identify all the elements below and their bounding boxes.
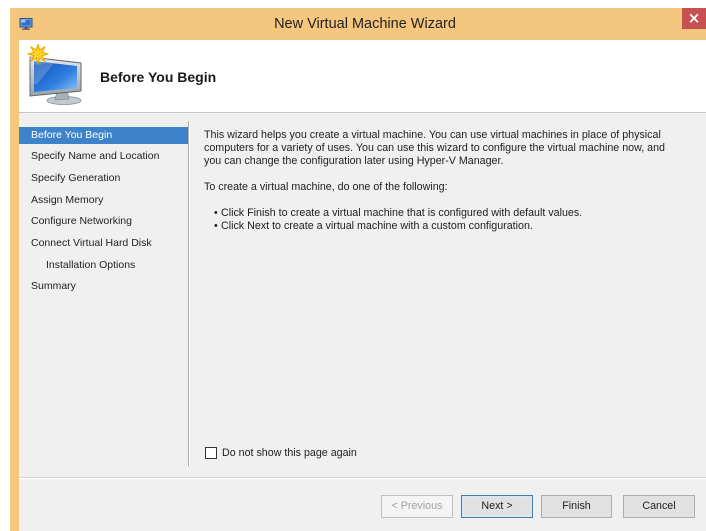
nav-item-assign-memory[interactable]: Assign Memory (19, 192, 188, 209)
bullet-item: • Click Finish to create a virtual machi… (204, 207, 684, 220)
window-title: New Virtual Machine Wizard (274, 16, 456, 32)
intro-text-line: computers for a variety of uses. You can… (204, 141, 666, 154)
previous-button[interactable]: < Previous (381, 495, 453, 518)
hyper-v-icon (19, 18, 33, 30)
nav-item-configure-networking[interactable]: Configure Networking (19, 213, 188, 230)
nav-item-connect-virtual-hard-disk[interactable]: Connect Virtual Hard Disk (19, 235, 188, 252)
close-icon: × (687, 9, 701, 27)
page-title: Before You Begin (100, 69, 217, 85)
dont-show-again-label[interactable]: Do not show this page again (222, 447, 357, 460)
close-button[interactable]: × (682, 8, 706, 29)
bullet-text: Click Finish to create a virtual machine… (221, 206, 583, 219)
next-button[interactable]: Next > (461, 495, 533, 518)
bullet-text: Click Next to create a virtual machine w… (221, 219, 533, 232)
wizard-content: This wizard helps you create a virtual m… (204, 129, 684, 233)
nav-item-specify-name-and-location[interactable]: Specify Name and Location (19, 148, 188, 165)
instruction-text: To create a virtual machine, do one of t… (204, 180, 448, 193)
nav-item-specify-generation[interactable]: Specify Generation (19, 170, 188, 187)
bullet-glyph: • (214, 219, 218, 232)
new-virtual-machine-icon (26, 44, 82, 105)
nav-item-summary[interactable]: Summary (19, 278, 188, 295)
wizard-steps-nav: Before You Begin Specify Name and Locati… (19, 126, 188, 301)
footer-divider-highlight (19, 478, 706, 479)
intro-text-line: This wizard helps you create a virtual m… (204, 128, 661, 141)
nav-item-before-you-begin[interactable]: Before You Begin (19, 126, 188, 144)
bullet-glyph: • (214, 206, 218, 219)
nav-divider-highlight (189, 121, 190, 466)
finish-button[interactable]: Finish (541, 495, 612, 518)
dont-show-again-checkbox[interactable] (205, 447, 217, 459)
intro-text-line: you can change the configuration later u… (204, 154, 504, 167)
nav-item-installation-options[interactable]: Installation Options (19, 257, 188, 274)
bullet-item: • Click Next to create a virtual machine… (204, 220, 684, 233)
cancel-button[interactable]: Cancel (623, 495, 695, 518)
